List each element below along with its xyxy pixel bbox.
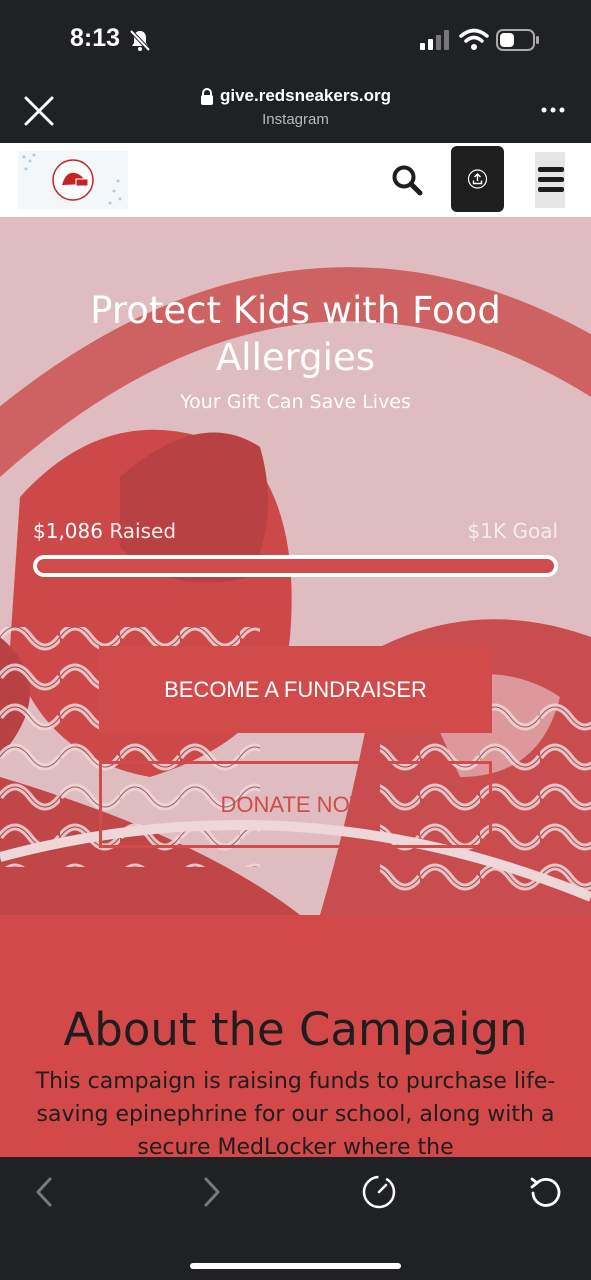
goal-amount: $1K Goal	[467, 519, 558, 543]
speed-icon[interactable]	[361, 1174, 397, 1210]
search-icon[interactable]	[390, 163, 424, 197]
address-bar[interactable]: give.redsneakers.org Instagram	[0, 86, 591, 128]
hamburger-menu-icon[interactable]	[535, 152, 565, 208]
share-button[interactable]	[451, 146, 504, 212]
share-icon	[467, 169, 488, 189]
wifi-icon	[459, 28, 489, 50]
signal-icon	[420, 30, 449, 50]
url-source: Instagram	[262, 111, 329, 128]
about-text: This campaign is raising funds to purcha…	[35, 1069, 556, 1157]
raised-label: Raised	[109, 519, 177, 543]
progress-bar	[33, 555, 558, 577]
hero-subtitle: Your Gift Can Save Lives	[180, 391, 411, 413]
bell-slash-icon	[129, 29, 151, 52]
about-section: About the Campaign This campaign is rais…	[0, 915, 591, 1157]
reload-icon[interactable]	[528, 1174, 564, 1210]
back-icon[interactable]	[30, 1175, 58, 1209]
browser-header: give.redsneakers.org Instagram	[0, 78, 591, 143]
raised-amount-row: $1,086 Raised	[33, 519, 176, 543]
lock-icon	[200, 87, 213, 105]
status-bar: 8:13	[0, 0, 591, 78]
site-nav	[0, 143, 591, 217]
home-indicator[interactable]	[190, 1263, 401, 1269]
raised-amount: $1,086	[33, 519, 103, 543]
progress-bar-fill	[37, 559, 554, 573]
about-title: About the Campaign	[63, 1003, 528, 1056]
hero-title: Protect Kids with Food Allergies	[90, 289, 501, 379]
url-text: give.redsneakers.org	[219, 86, 392, 105]
hero-section: Protect Kids with Food Allergies Your Gi…	[0, 217, 591, 915]
battery-icon	[496, 29, 539, 51]
browser-toolbar	[0, 1157, 591, 1280]
forward-icon[interactable]	[198, 1175, 226, 1209]
site-logo[interactable]	[18, 151, 128, 209]
donate-now-button[interactable]: DONATE NOW	[99, 761, 492, 848]
become-fundraiser-button[interactable]: BECOME A FUNDRAISER	[99, 646, 492, 733]
more-icon[interactable]	[540, 106, 566, 114]
status-time: 8:13	[70, 24, 121, 52]
